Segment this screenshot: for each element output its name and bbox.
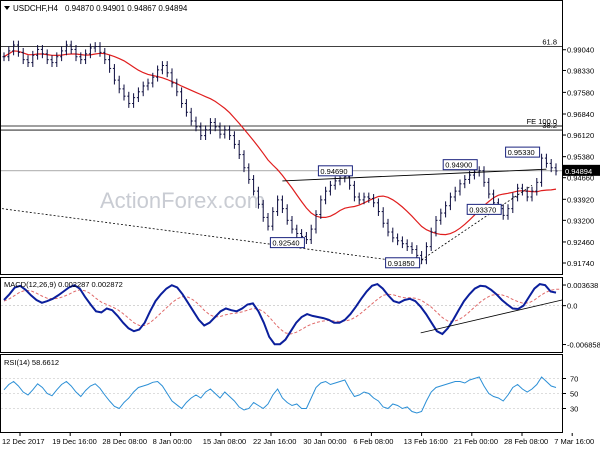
watermark: ActionForex.com	[100, 188, 265, 213]
price-y-tick-label: 0.96840	[567, 110, 594, 119]
price-y-tick-label: 0.95380	[567, 153, 594, 162]
x-tick-label: 30 Jan 00:00	[303, 437, 346, 446]
level-label: 0.95330	[508, 148, 535, 157]
price-y-tick-label: 0.93920	[567, 195, 594, 204]
price-y-tick-label: 0.92460	[567, 238, 594, 247]
fib-level-label: 38.2	[542, 121, 557, 130]
x-tick-label: 6 Feb 08:00	[353, 437, 393, 446]
rsi-label: RSI(14) 58.6612	[4, 358, 59, 367]
price-y-tick-label: 0.98330	[567, 66, 594, 75]
level-label: 0.91850	[388, 259, 415, 268]
level-label: 0.94900	[445, 161, 472, 170]
price-y-tick-label: 0.91740	[567, 259, 594, 268]
macd-label: MACD(12,26,9) 0.002287 0.002872	[4, 280, 123, 289]
x-tick-label: 15 Jan 08:00	[203, 437, 246, 446]
fib-level-label: 61.8	[542, 38, 557, 47]
chart-canvas: ActionForex.com USDCHF,H4 0.94870 0.9490…	[0, 0, 600, 446]
x-tick-label: 13 Feb 16:00	[404, 437, 448, 446]
price-y-tick-label: 0.93200	[567, 216, 594, 225]
macd-y-tick-label: 0.003638	[567, 281, 598, 290]
price-y-tick-label: 0.99040	[567, 46, 594, 55]
current-price-label: 0.94894	[565, 167, 592, 176]
price-y-tick-label: 0.97580	[567, 88, 594, 97]
price-panel	[0, 0, 563, 275]
macd-y-tick-label: 0.0	[567, 302, 577, 311]
rsi-y-tick-label: 70	[570, 375, 578, 384]
x-tick-label: 12 Dec 2017	[2, 437, 45, 446]
macd-y-tick-label: -0.006858	[567, 341, 600, 350]
x-tick-label: 21 Feb 00:00	[454, 437, 498, 446]
x-tick-label: 22 Jan 16:00	[253, 437, 296, 446]
symbol-label: USDCHF,H4	[13, 4, 58, 13]
level-label: 0.93370	[469, 205, 496, 214]
level-label: 0.94690	[320, 167, 347, 176]
rsi-y-tick-label: 30	[570, 405, 578, 414]
level-label: 0.92540	[272, 239, 299, 248]
x-tick-label: 28 Feb 08:00	[504, 437, 548, 446]
x-tick-label: 28 Dec 08:00	[102, 437, 147, 446]
x-tick-label: 8 Jan 00:00	[153, 437, 192, 446]
x-tick-label: 7 Mar 16:00	[554, 437, 594, 446]
price-y-tick-label: 0.96120	[567, 131, 594, 140]
x-tick-label: 19 Dec 16:00	[52, 437, 97, 446]
x-axis: 12 Dec 2017 19 Dec 16:00 28 Dec 08:00 8 Jan…	[2, 433, 594, 446]
ohlc-readout: 0.94870 0.94901 0.94867 0.94894	[65, 4, 188, 13]
rsi-y-tick-label: 50	[570, 390, 578, 399]
